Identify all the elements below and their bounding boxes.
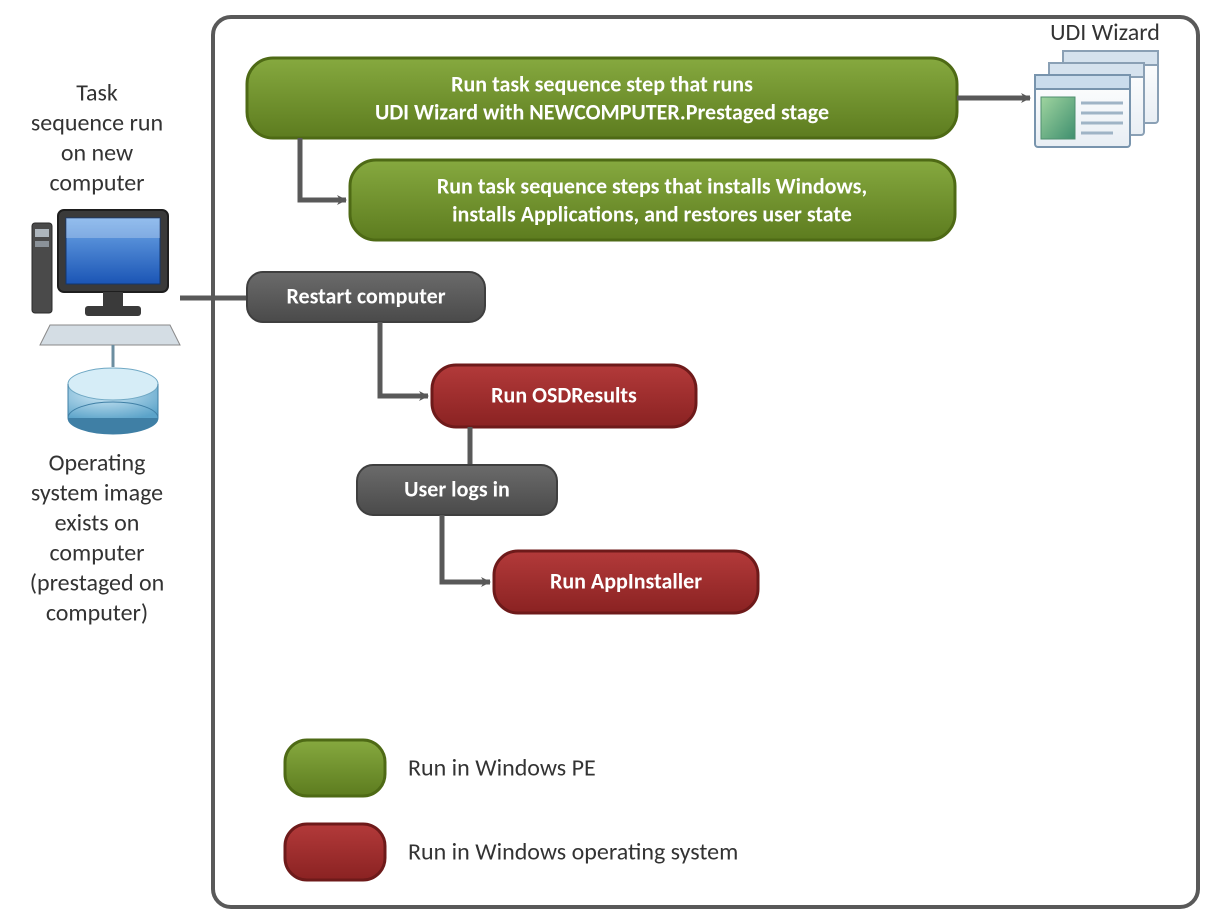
computer-icon bbox=[32, 210, 180, 367]
svg-text:computer: computer bbox=[49, 169, 144, 198]
os-image-label: Operating system image exists on compute… bbox=[30, 449, 165, 628]
svg-text:UDI Wizard with NEWCOMPUTER.Pr: UDI Wizard with NEWCOMPUTER.Prestaged st… bbox=[375, 98, 829, 125]
elbow-step3-step4 bbox=[380, 322, 428, 396]
svg-text:computer): computer) bbox=[46, 599, 148, 628]
svg-text:Run OSDResults: Run OSDResults bbox=[491, 381, 637, 408]
svg-text:Run AppInstaller: Run AppInstaller bbox=[550, 567, 702, 594]
udi-wizard-icon bbox=[1035, 51, 1158, 147]
svg-text:computer: computer bbox=[49, 539, 144, 568]
udi-wizard-label: UDI Wizard bbox=[1050, 18, 1160, 47]
svg-text:Run task sequence step that r: Run task sequence step that runs bbox=[451, 70, 753, 97]
elbow-step1-step2 bbox=[300, 138, 346, 200]
svg-text:installs Applications, and res: installs Applications, and restores user… bbox=[452, 200, 852, 227]
svg-text:User logs in: User logs in bbox=[404, 475, 510, 502]
svg-text:Run task sequence steps that i: Run task sequence steps that installs Wi… bbox=[437, 172, 867, 199]
legend-green-label: Run in Windows PE bbox=[408, 754, 596, 783]
svg-text:Task: Task bbox=[76, 79, 118, 108]
legend-red-swatch bbox=[285, 824, 385, 880]
svg-text:(prestaged on: (prestaged on bbox=[30, 569, 165, 598]
step6-node: Run AppInstaller bbox=[494, 551, 758, 613]
svg-text:exists on: exists on bbox=[55, 509, 140, 538]
step1-node: Run task sequence step that runs UDI Wiz… bbox=[247, 58, 957, 138]
step3-node: Restart computer bbox=[247, 272, 485, 322]
svg-text:on new: on new bbox=[61, 139, 133, 168]
step5-node: User logs in bbox=[357, 465, 557, 515]
elbow-step5-step6 bbox=[442, 515, 490, 582]
disk-icon bbox=[68, 368, 158, 434]
svg-text:Restart computer: Restart computer bbox=[286, 282, 445, 309]
svg-text:Operating: Operating bbox=[49, 449, 146, 478]
legend-red-label: Run in Windows operating system bbox=[408, 838, 738, 867]
svg-text:system image: system image bbox=[31, 479, 163, 508]
svg-text:sequence run: sequence run bbox=[31, 109, 163, 138]
legend-green-swatch bbox=[285, 740, 385, 796]
legend: Run in Windows PE Run in Windows operati… bbox=[285, 740, 738, 880]
task-sequence-label: Task sequence run on new computer bbox=[31, 79, 163, 198]
step4-node: Run OSDResults bbox=[432, 365, 696, 427]
step2-node: Run task sequence steps that installs Wi… bbox=[350, 160, 955, 240]
